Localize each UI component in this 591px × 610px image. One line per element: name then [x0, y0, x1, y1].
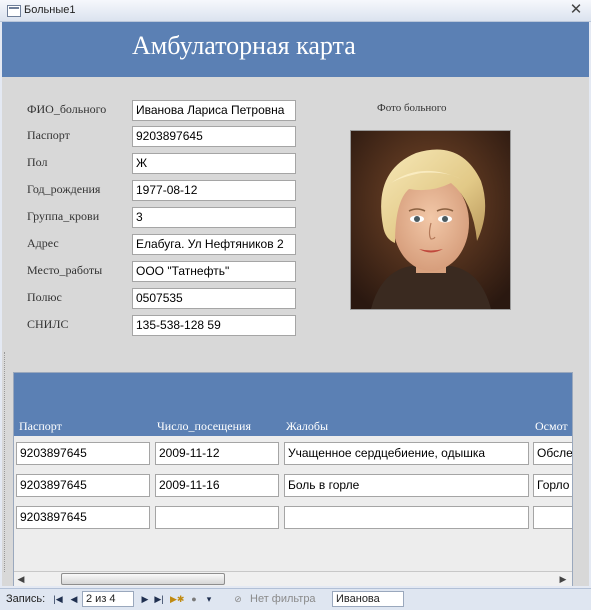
photo-label: Фото больного — [377, 102, 447, 114]
scroll-left-icon[interactable]: ◀ — [14, 572, 28, 586]
record-selector — [4, 352, 8, 572]
portrait-image — [351, 131, 510, 309]
window-title: Больные1 — [24, 4, 76, 16]
label-gender: Пол — [27, 155, 48, 169]
cell-complaints[interactable]: Боль в горле — [284, 474, 529, 497]
field-blood-group[interactable]: 3 — [132, 207, 296, 228]
column-passport[interactable]: Паспорт — [19, 419, 62, 434]
field-birth-year[interactable]: 1977-08-12 — [132, 180, 296, 201]
title-bar: Больные1 ✕ — [0, 0, 591, 22]
form-title: Амбулаторная карта — [132, 31, 356, 60]
cell-exam[interactable] — [533, 506, 572, 529]
label-passport: Паспорт — [27, 128, 70, 142]
cell-complaints[interactable] — [284, 506, 529, 529]
cell-visit-date[interactable]: 2009-11-16 — [155, 474, 279, 497]
scroll-right-icon[interactable]: ▶ — [556, 572, 570, 586]
cell-complaints[interactable]: Учащенное сердцебиение, одышка — [284, 442, 529, 465]
filter-icon: ⊘ — [234, 594, 242, 604]
horizontal-scrollbar[interactable]: ◀ ▶ — [14, 571, 572, 586]
cell-exam[interactable]: Горло — [533, 474, 572, 497]
label-fio: ФИО_больного — [27, 102, 107, 116]
record-label: Запись: — [6, 593, 46, 605]
patient-photo[interactable] — [350, 130, 511, 310]
close-icon[interactable]: ✕ — [567, 1, 585, 19]
field-gender[interactable]: Ж — [132, 153, 296, 174]
form-icon — [7, 5, 21, 17]
field-workplace[interactable]: ООО "Татнефть" — [132, 261, 296, 282]
scroll-thumb[interactable] — [61, 573, 225, 585]
form-header: Амбулаторная карта — [2, 22, 589, 77]
visits-header: Паспорт Число_посещения Жалобы Осмот — [14, 373, 572, 436]
record-navigation-bar: Запись: |◀ ◀ 2 из 4 ▶ ▶| ▶✱ ● ▾ ⊘ Нет фи… — [0, 588, 591, 610]
first-record-icon[interactable]: |◀ — [52, 592, 64, 606]
column-visit-date[interactable]: Число_посещения — [157, 419, 251, 434]
filter-dropdown-icon[interactable]: ▾ — [203, 592, 215, 606]
label-blood-group: Группа_крови — [27, 209, 100, 223]
filter-status[interactable]: Нет фильтра — [250, 593, 316, 605]
label-workplace: Место_работы — [27, 263, 103, 277]
label-snils: СНИЛС — [27, 317, 69, 331]
prev-record-icon[interactable]: ◀ — [68, 592, 80, 606]
column-complaints[interactable]: Жалобы — [286, 419, 328, 434]
new-record-icon[interactable]: ▶✱ — [170, 592, 184, 606]
field-address[interactable]: Елабуга. Ул Нефтяников 2 — [132, 234, 296, 255]
field-policy[interactable]: 0507535 — [132, 288, 296, 309]
cell-visit-date[interactable] — [155, 506, 279, 529]
label-birth-year: Год_рождения — [27, 182, 101, 196]
label-policy: Полюс — [27, 290, 62, 304]
search-input[interactable]: Иванова — [332, 591, 404, 607]
last-record-icon[interactable]: ▶| — [153, 592, 165, 606]
field-snils[interactable]: 135-538-128 59 — [132, 315, 296, 336]
field-passport[interactable]: 9203897645 — [132, 126, 296, 147]
cell-visit-date[interactable]: 2009-11-12 — [155, 442, 279, 465]
cell-passport[interactable]: 9203897645 — [16, 474, 150, 497]
field-fio[interactable]: Иванова Лариса Петровна — [132, 100, 296, 121]
filter-indicator-icon: ● — [191, 594, 197, 604]
cell-passport[interactable]: 9203897645 — [16, 442, 150, 465]
access-form-window: Больные1 ✕ Амбулаторная карта ФИО_больно… — [0, 0, 591, 610]
visits-subform: Паспорт Число_посещения Жалобы Осмот 920… — [13, 372, 573, 586]
form-body: Амбулаторная карта ФИО_больного Иванова … — [2, 22, 589, 586]
cell-passport[interactable]: 9203897645 — [16, 506, 150, 529]
label-address: Адрес — [27, 236, 59, 250]
current-record-field[interactable]: 2 из 4 — [82, 591, 134, 607]
cell-exam[interactable]: Обсле — [533, 442, 572, 465]
column-exam[interactable]: Осмот — [535, 419, 568, 434]
next-record-icon[interactable]: ▶ — [139, 592, 151, 606]
